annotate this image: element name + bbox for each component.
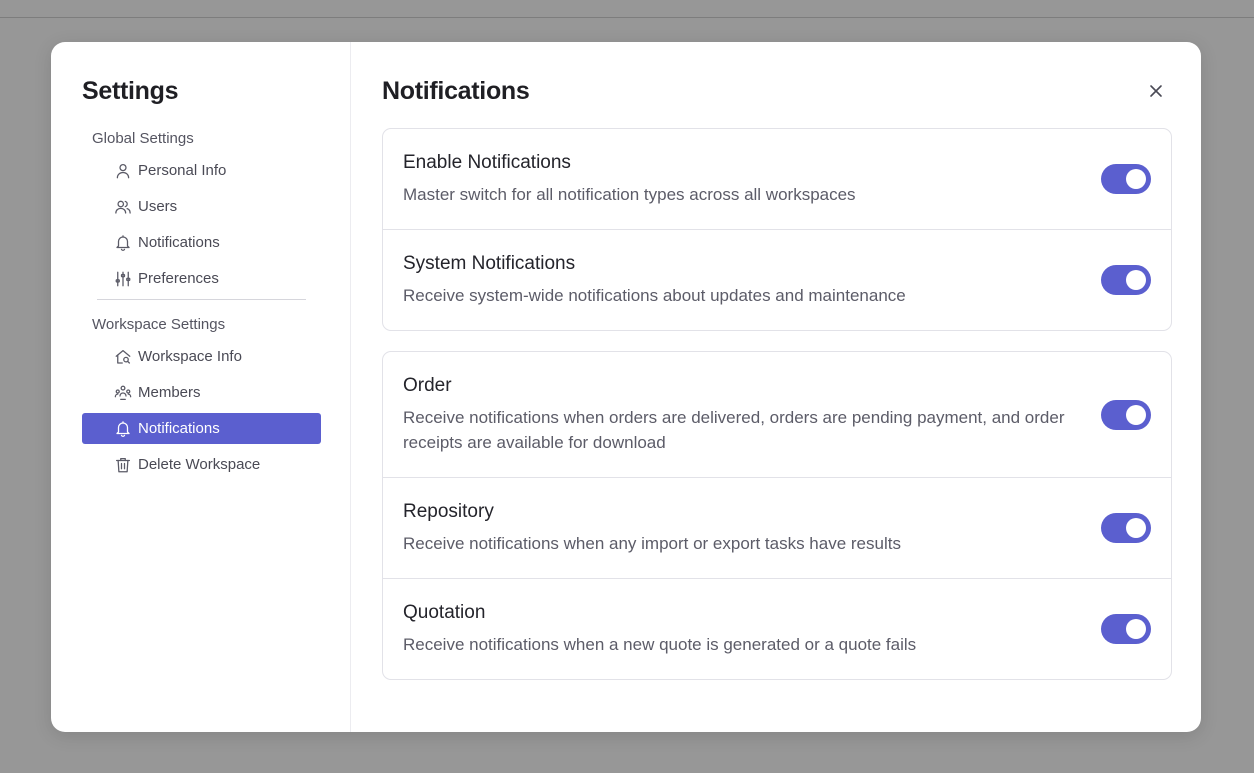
sidebar-item-label: Members xyxy=(138,384,201,401)
sidebar-item-delete-workspace[interactable]: Delete Workspace xyxy=(82,449,321,480)
page-title: Notifications xyxy=(382,77,530,105)
quotation-toggle[interactable] xyxy=(1101,614,1151,644)
close-icon xyxy=(1149,84,1163,103)
sidebar-item-notifications-global[interactable]: Notifications xyxy=(82,227,321,258)
bell-icon xyxy=(114,420,132,438)
toggle-knob xyxy=(1126,619,1146,639)
sidebar-item-label: Personal Info xyxy=(138,162,227,179)
setting-row-enable-notifications: Enable Notifications Master switch for a… xyxy=(383,129,1171,230)
setting-description: Master switch for all notification types… xyxy=(403,185,856,204)
repository-toggle[interactable] xyxy=(1101,513,1151,543)
setting-description: Receive notifications when any import or… xyxy=(403,534,901,553)
setting-row-order: Order Receive notifications when orders … xyxy=(383,352,1171,478)
sidebar-item-label: Preferences xyxy=(138,270,219,287)
global-settings-list: Personal Info Users Notifications Prefer… xyxy=(82,155,350,294)
sidebar-item-personal-info[interactable]: Personal Info xyxy=(82,155,321,186)
sidebar-item-users[interactable]: Users xyxy=(82,191,321,222)
sidebar-item-notifications-workspace[interactable]: Notifications xyxy=(82,413,321,444)
global-settings-label: Global Settings xyxy=(92,130,194,147)
close-button[interactable] xyxy=(1145,82,1167,104)
sidebar-item-label: Notifications xyxy=(138,420,220,437)
toggle-knob xyxy=(1126,404,1146,425)
settings-sidebar: Settings Global Settings Personal Info U… xyxy=(51,42,351,732)
setting-row-repository: Repository Receive notifications when an… xyxy=(383,478,1171,579)
setting-row-quotation: Quotation Receive notifications when a n… xyxy=(383,579,1171,679)
setting-row-system-notifications: System Notifications Receive system-wide… xyxy=(383,230,1171,330)
person-icon xyxy=(114,162,132,180)
trash-icon xyxy=(114,456,132,474)
setting-title: Repository xyxy=(403,501,494,522)
system-notifications-toggle[interactable] xyxy=(1101,265,1151,295)
workspace-notifications-card: Order Receive notifications when orders … xyxy=(382,351,1172,680)
settings-modal: Settings Global Settings Personal Info U… xyxy=(51,42,1201,732)
workspace-settings-list: Workspace Info Members Notifications Del… xyxy=(82,341,350,480)
setting-description: Receive notifications when a new quote i… xyxy=(403,635,917,654)
setting-title: System Notifications xyxy=(403,253,576,274)
sidebar-item-members[interactable]: Members xyxy=(82,377,321,408)
toggle-knob xyxy=(1126,169,1146,189)
setting-description: Receive notifications when orders are de… xyxy=(403,408,1065,452)
global-notifications-card: Enable Notifications Master switch for a… xyxy=(382,128,1172,331)
members-icon xyxy=(114,384,132,402)
sidebar-item-label: Delete Workspace xyxy=(138,456,261,473)
setting-title: Enable Notifications xyxy=(403,152,571,173)
workspace-settings-label: Workspace Settings xyxy=(92,316,226,333)
notifications-panel: Notifications Enable Notifications Maste… xyxy=(351,42,1201,732)
background-header-edge xyxy=(0,0,1254,18)
sidebar-item-label: Workspace Info xyxy=(138,348,242,365)
sidebar-item-label: Users xyxy=(138,198,178,215)
sidebar-title: Settings xyxy=(82,77,179,105)
enable-notifications-toggle[interactable] xyxy=(1101,164,1151,194)
bell-icon xyxy=(114,234,132,252)
sidebar-item-workspace-info[interactable]: Workspace Info xyxy=(82,341,321,372)
sliders-icon xyxy=(114,270,132,288)
toggle-knob xyxy=(1126,270,1146,290)
setting-title: Order xyxy=(403,375,452,396)
sidebar-divider xyxy=(97,299,306,300)
setting-title: Quotation xyxy=(403,602,486,623)
toggle-knob xyxy=(1126,518,1146,538)
sidebar-item-preferences[interactable]: Preferences xyxy=(82,263,321,294)
users-icon xyxy=(114,198,132,216)
setting-description: Receive system-wide notifications about … xyxy=(403,286,906,305)
home-search-icon xyxy=(114,348,132,366)
sidebar-item-label: Notifications xyxy=(138,234,220,251)
order-toggle[interactable] xyxy=(1101,399,1151,430)
